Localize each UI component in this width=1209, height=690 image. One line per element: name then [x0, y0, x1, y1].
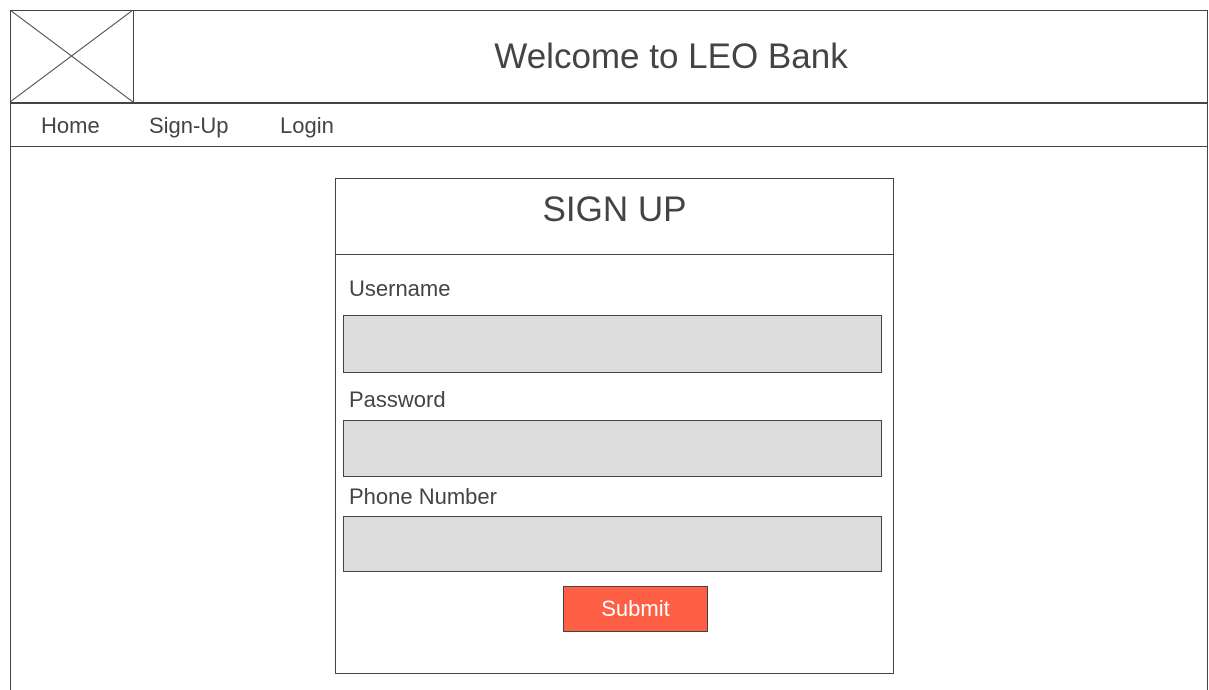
signup-card: SIGN UP Username Password Phone Number S… — [335, 178, 894, 674]
username-input[interactable] — [343, 315, 882, 373]
logo-placeholder-graphic — [10, 10, 133, 102]
main-nav: Home Sign-Up Login — [10, 104, 1208, 147]
nav-item-sign-up[interactable]: Sign-Up — [149, 113, 228, 139]
site-title: Welcome to LEO Bank — [494, 37, 848, 76]
phone-number-label: Phone Number — [349, 484, 497, 509]
username-label: Username — [349, 276, 451, 301]
password-label: Password — [349, 387, 446, 412]
nav-item-login[interactable]: Login — [280, 113, 334, 139]
image-placeholder-icon — [10, 10, 134, 102]
password-input[interactable] — [343, 420, 882, 477]
signup-card-header: SIGN UP — [336, 179, 893, 255]
nav-item-home[interactable]: Home — [41, 113, 100, 139]
site-header: Welcome to LEO Bank — [10, 10, 1208, 104]
signup-title: SIGN UP — [542, 190, 687, 229]
phone-number-input[interactable] — [343, 516, 882, 572]
submit-button[interactable]: Submit — [563, 586, 708, 632]
